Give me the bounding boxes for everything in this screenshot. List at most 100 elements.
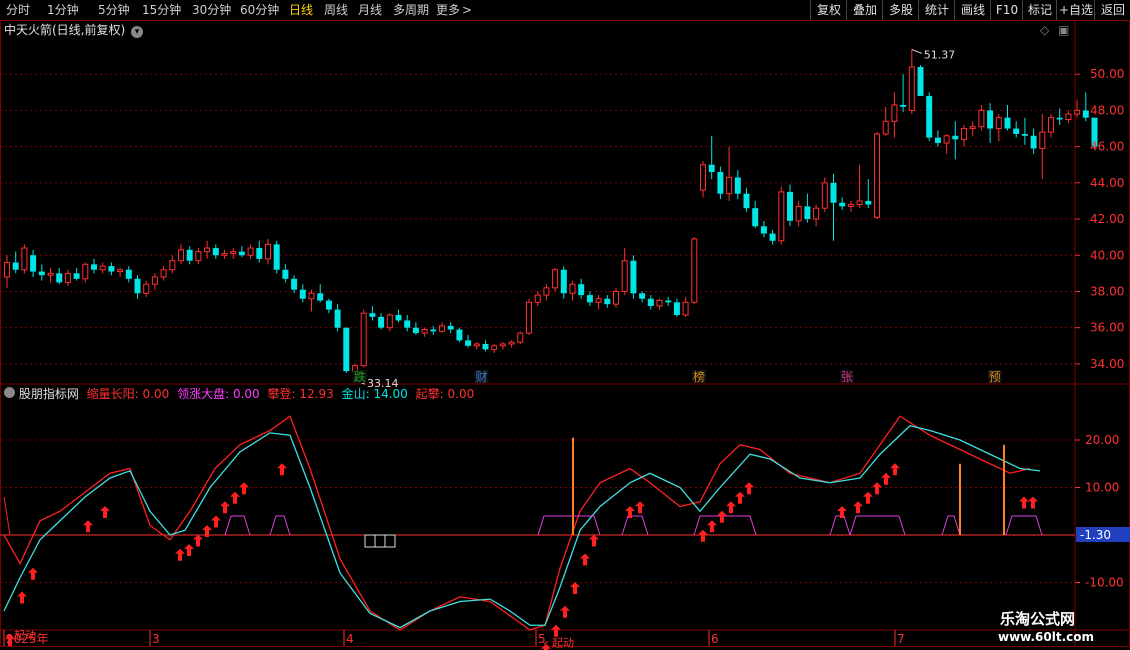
candle-body [1048, 117, 1054, 133]
up-arrow-icon [211, 515, 221, 528]
candle-body [265, 243, 271, 260]
candle-body [99, 265, 106, 271]
period-tab-weekly[interactable]: 周线 [324, 0, 348, 20]
time-tick-label: 7 [897, 632, 905, 646]
up-arrow-icon [184, 544, 194, 556]
back-button[interactable]: 返回 [1094, 0, 1130, 20]
up-arrow-icon [277, 463, 287, 476]
candle-body [378, 316, 385, 328]
candle-body [334, 309, 341, 328]
up-arrow-icon [1028, 496, 1038, 509]
candle-body [169, 260, 176, 271]
watermark-title: 乐淘公式网 [1000, 610, 1076, 628]
candle-body [787, 191, 793, 221]
period-tab-5min[interactable]: 5分钟 [98, 0, 130, 20]
trapezoid-mark [849, 515, 906, 536]
candle-body [691, 238, 698, 303]
period-tab-60min[interactable]: 60分钟 [240, 0, 279, 20]
candle-body [795, 205, 802, 222]
up-arrow-icon [570, 582, 580, 594]
candle-body [256, 248, 263, 259]
candle-body [821, 182, 828, 209]
f10-button[interactable]: F10 [990, 0, 1023, 20]
chevron-right-icon[interactable]: > [462, 0, 472, 20]
candle-body [700, 164, 706, 191]
time-tick-label: 6 [711, 632, 719, 646]
candle-body [395, 315, 402, 321]
period-toolbar: 分时 1分钟 5分钟 15分钟 30分钟 60分钟 日线 周线 月线 多周期 更… [0, 0, 1130, 21]
period-tab-1min[interactable]: 1分钟 [47, 0, 79, 20]
candle-body [908, 66, 915, 111]
add-watchlist-button[interactable]: +自选 [1056, 0, 1095, 20]
candle-body [186, 249, 193, 261]
candle-body [491, 345, 498, 350]
period-tab-multi[interactable]: 多周期 [393, 0, 429, 20]
multi-stock-button[interactable]: 多股 [882, 0, 919, 20]
candle-body [482, 343, 489, 350]
candle-body [534, 294, 541, 303]
up-arrow-icon [881, 472, 891, 485]
adjust-button[interactable]: 复权 [810, 0, 847, 20]
candle-body [1082, 110, 1089, 118]
candle-body [665, 300, 672, 303]
hollow-box [384, 534, 396, 548]
candle-body [499, 343, 506, 347]
up-arrow-icon [239, 482, 249, 495]
up-arrow-icon [589, 534, 599, 547]
overlay-button[interactable]: 叠加 [846, 0, 883, 20]
candle-body [613, 290, 619, 305]
period-tab-more[interactable]: 更多 [436, 0, 460, 20]
series-red-spike [3, 496, 11, 536]
candle-body [987, 110, 994, 129]
period-tab-monthly[interactable]: 月线 [358, 0, 382, 20]
candle-body [1056, 117, 1063, 120]
candle-body [656, 300, 663, 307]
candle-body [282, 269, 289, 279]
stock-title: 中天火箭(日线,前复权) [4, 23, 126, 37]
candle-body [117, 269, 124, 273]
candle-body [578, 284, 585, 296]
draw-line-button[interactable]: 画线 [954, 0, 991, 20]
indicator-label-2: 领涨大盘: 0.00 [177, 387, 260, 401]
candle-body [178, 249, 184, 262]
indicator-tick-label: 10.00 [1085, 481, 1119, 495]
period-tab-minute[interactable]: 分时 [6, 0, 30, 20]
candle-body [1030, 135, 1037, 149]
candle-body [508, 341, 515, 345]
up-arrow-icon [1019, 496, 1029, 509]
period-tab-daily[interactable]: 日线 [289, 0, 313, 20]
candle-body [439, 325, 445, 332]
chevron-down-icon[interactable] [4, 387, 15, 398]
candle-body [882, 120, 889, 135]
up-arrow-icon [100, 506, 110, 518]
candle-body [456, 329, 463, 341]
mark-button[interactable]: 标记 [1022, 0, 1057, 20]
period-tab-15min[interactable]: 15分钟 [142, 0, 181, 20]
up-arrow-icon [635, 501, 645, 514]
candle-body [847, 204, 854, 207]
price-tick-label: 38.00 [1090, 284, 1124, 298]
candle-body [726, 176, 733, 195]
up-arrow-icon [717, 510, 727, 523]
candle-body [900, 104, 907, 107]
kline-chart[interactable]: 50.00 48.00 46.00 44.00 42.00 40.00 38.00 36.00… [0, 20, 1130, 650]
candle-body [204, 247, 211, 253]
candle-body [1039, 131, 1046, 149]
indicator-name[interactable]: 股朋指标网 [19, 387, 79, 401]
candle-body [560, 269, 567, 294]
period-tab-30min[interactable]: 30分钟 [192, 0, 231, 20]
candle-body [778, 191, 785, 242]
candle-body [630, 260, 637, 294]
high-price-label: 51.37 [924, 48, 956, 61]
event-marker: 榜 [693, 369, 705, 384]
candle-body [238, 251, 245, 256]
candle-body [543, 287, 550, 296]
window-toggle-icon[interactable]: ▣ [1058, 22, 1069, 38]
candle-body [952, 135, 959, 140]
trapezoid-mark [621, 515, 649, 536]
statistics-button[interactable]: 统计 [918, 0, 955, 20]
diamond-icon[interactable]: ◇ [1040, 22, 1049, 38]
up-arrow-icon [230, 491, 240, 504]
chevron-down-icon[interactable]: ▾ [131, 26, 144, 38]
indicator-label-1: 缩量长阳: 0.00 [86, 387, 170, 401]
